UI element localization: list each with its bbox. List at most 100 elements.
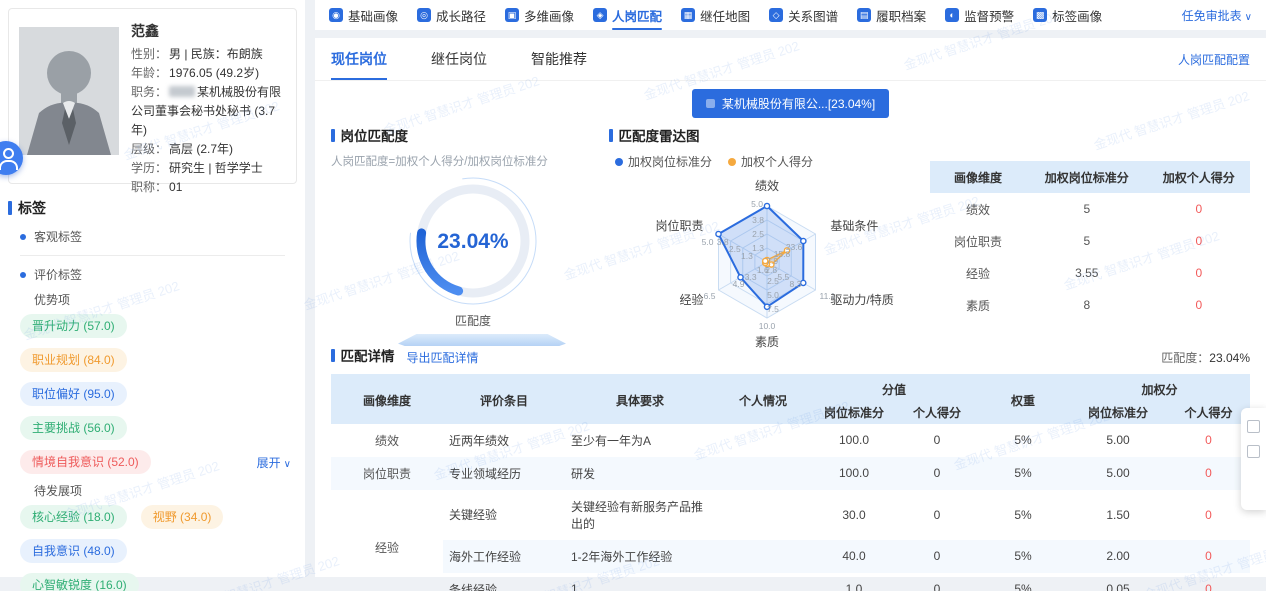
tag-pill: 职位偏好 (95.0) xyxy=(20,382,127,406)
divider xyxy=(20,255,285,256)
profile-photo xyxy=(19,27,119,155)
summary-row: 素质 8 0 xyxy=(930,289,1250,321)
tag-pill: 核心经验 (18.0) xyxy=(20,505,127,529)
person-post-match-icon: ◈ xyxy=(593,8,607,22)
cell-weight: 5% xyxy=(977,573,1069,591)
cell-wscore: 0 xyxy=(1167,490,1250,540)
svg-text:5.0: 5.0 xyxy=(702,237,714,247)
post-subtab[interactable]: 继任岗位 xyxy=(431,38,487,80)
svg-text:10.0: 10.0 xyxy=(759,321,776,331)
cell-wscore: 0 xyxy=(1167,573,1250,591)
cell-personal xyxy=(715,457,811,490)
nav-tab[interactable]: ◐ 监督预警 xyxy=(945,0,1014,30)
nav-tab[interactable]: ◇ 关系图谱 xyxy=(769,0,838,30)
appointment-approval-dropdown[interactable]: 任免审批表 xyxy=(1182,7,1252,24)
radar-chart: 1.32.53.85.07.915.823.62.85.58.311.12.55… xyxy=(609,170,939,348)
main-content-card: 现任岗位 继任岗位 智能推荐 人岗匹配配置 某机械股份有限公...[23.04%] 岗… xyxy=(315,38,1266,577)
nav-tab-label: 多维画像 xyxy=(524,6,574,25)
tag-pill: 主要挑战 (56.0) xyxy=(20,416,127,440)
position-button-label: 某机械股份有限公...[23.04%] xyxy=(722,95,875,112)
col-weighted-personal: 加权个人得分 xyxy=(1148,161,1250,193)
nav-tab-label: 关系图谱 xyxy=(788,6,838,25)
svg-text:2.5: 2.5 xyxy=(752,229,764,239)
tag-pill: 晋升动力 (57.0) xyxy=(20,314,127,338)
cell-req: 1 xyxy=(565,573,715,591)
development-tag-list: 核心经验 (18.0)视野 (34.0)自我意识 (48.0)心智敏锐度 (16… xyxy=(20,505,291,591)
popover-icon xyxy=(1247,445,1260,458)
cell-personal xyxy=(715,490,811,540)
col-group-score: 分值 xyxy=(811,374,977,401)
dimension-cell: 经验 xyxy=(331,490,443,591)
post-subtab[interactable]: 智能推荐 xyxy=(531,38,587,80)
avatar xyxy=(19,27,119,155)
tag-pill: 情境自我意识 (52.0) xyxy=(20,450,151,474)
profile-row: 学历：研究生 | 哲学学士 xyxy=(131,159,288,178)
post-subtab[interactable]: 现任岗位 xyxy=(331,38,387,80)
svg-text:5.5: 5.5 xyxy=(777,272,789,282)
cell-wstd: 0.05 xyxy=(1069,573,1167,591)
cell-weight: 5% xyxy=(977,490,1069,540)
summary-row: 经验 3.55 0 xyxy=(930,257,1250,289)
match-degree-readout: 匹配度：23.04% xyxy=(1161,349,1250,366)
export-detail-link[interactable]: 导出匹配详情 xyxy=(407,349,479,366)
profile-sidebar: 范鑫 性别：男 | 民族：布朗族 年龄：1976.05 (49.2岁) 职务：某… xyxy=(0,0,305,577)
cell-wscore: 0 xyxy=(1167,424,1250,457)
dimension-cell: 岗位职责 xyxy=(331,457,443,490)
cell-item: 海外工作经验 xyxy=(443,540,565,573)
succession-map-icon: ▦ xyxy=(681,8,695,22)
svg-text:1.6: 1.6 xyxy=(757,265,769,275)
cell-weight: 5% xyxy=(977,540,1069,573)
match-detail-table: 画像维度 评价条目 具体要求 个人情况 分值 权重 加权分 岗位标准分 个人得分… xyxy=(331,374,1250,591)
svg-text:8.3: 8.3 xyxy=(790,279,802,289)
post-subtabs: 现任岗位 继任岗位 智能推荐 人岗匹配配置 xyxy=(315,38,1266,81)
profile-info: 范鑫 性别：男 | 民族：布朗族 年龄：1976.05 (49.2岁) 职务：某… xyxy=(131,21,288,197)
multi-dimension-icon: ▣ xyxy=(505,8,519,22)
position-button-row: 某机械股份有限公...[23.04%] xyxy=(315,81,1266,125)
expand-strength-tags-link[interactable]: 展开 xyxy=(257,454,291,471)
profile-row: 年龄：1976.05 (49.2岁) xyxy=(131,64,288,83)
radar-axis-label: 素质 xyxy=(755,335,779,348)
tag-pill: 职业规划 (84.0) xyxy=(20,348,127,372)
radar-block: 匹配度雷达图 加权岗位标准分 加权个人得分 1.32.53.8 xyxy=(609,125,939,351)
nav-tab-label: 基础画像 xyxy=(348,6,398,25)
legend-dot-icon xyxy=(728,158,736,166)
svg-text:3.8: 3.8 xyxy=(752,215,764,225)
svg-text:3.3: 3.3 xyxy=(745,272,757,282)
gauge-chart: 23.04% xyxy=(398,171,548,313)
cell-req: 关键经验有新服务产品推出的 xyxy=(565,490,715,540)
nav-tab[interactable]: ◎ 成长路径 xyxy=(417,0,486,30)
radar-axis-label: 岗位职责 xyxy=(656,218,704,233)
cell-wstd: 1.50 xyxy=(1069,490,1167,540)
nav-tab[interactable]: ▦ 继任地图 xyxy=(681,0,750,30)
cell-wscore: 0 xyxy=(1167,457,1250,490)
cell-std: 40.0 xyxy=(811,540,897,573)
svg-text:2.5: 2.5 xyxy=(729,244,741,254)
weighted-score-table: 画像维度 加权岗位标准分 加权个人得分 绩效 5 0 xyxy=(930,161,1250,321)
nav-tab[interactable]: ▩ 标签画像 xyxy=(1033,0,1102,30)
strength-tag-list: 晋升动力 (57.0) 职业规划 (84.0) 职位偏好 (95.0) 主要挑战 (5… xyxy=(20,314,291,474)
svg-text:23.6: 23.6 xyxy=(786,242,803,252)
nav-tab[interactable]: ▤ 履职档案 xyxy=(857,0,926,30)
nav-tab-label: 成长路径 xyxy=(436,6,486,25)
col-weighted-personal-score: 个人得分 xyxy=(1167,401,1250,424)
match-config-link[interactable]: 人岗匹配配置 xyxy=(1178,51,1250,68)
dimension-cell: 绩效 xyxy=(331,424,443,457)
cell-personal xyxy=(715,540,811,573)
side-popover[interactable] xyxy=(1241,408,1266,510)
svg-text:5.0: 5.0 xyxy=(751,199,763,209)
col-post-standard: 岗位标准分 xyxy=(811,401,897,424)
cell-wstd: 2.00 xyxy=(1069,540,1167,573)
popover-icon xyxy=(1247,420,1260,433)
nav-tab-label: 监督预警 xyxy=(964,6,1014,25)
current-position-button[interactable]: 某机械股份有限公...[23.04%] xyxy=(692,89,889,118)
cell-item: 条线经验 xyxy=(443,573,565,591)
gauge-pedestal xyxy=(398,334,566,346)
cell-personal xyxy=(715,424,811,457)
gauge-label: 匹配度 xyxy=(398,312,548,329)
nav-tab[interactable]: ◉ 基础画像 xyxy=(329,0,398,30)
col-requirement: 具体要求 xyxy=(565,374,715,424)
nav-tab[interactable]: ◈ 人岗匹配 xyxy=(593,0,662,30)
nav-tab[interactable]: ▣ 多维画像 xyxy=(505,0,574,30)
tags-section-title: 标签 xyxy=(8,198,305,218)
match-formula: 人岗匹配度=加权个人得分/加权岗位标准分 xyxy=(331,153,615,169)
